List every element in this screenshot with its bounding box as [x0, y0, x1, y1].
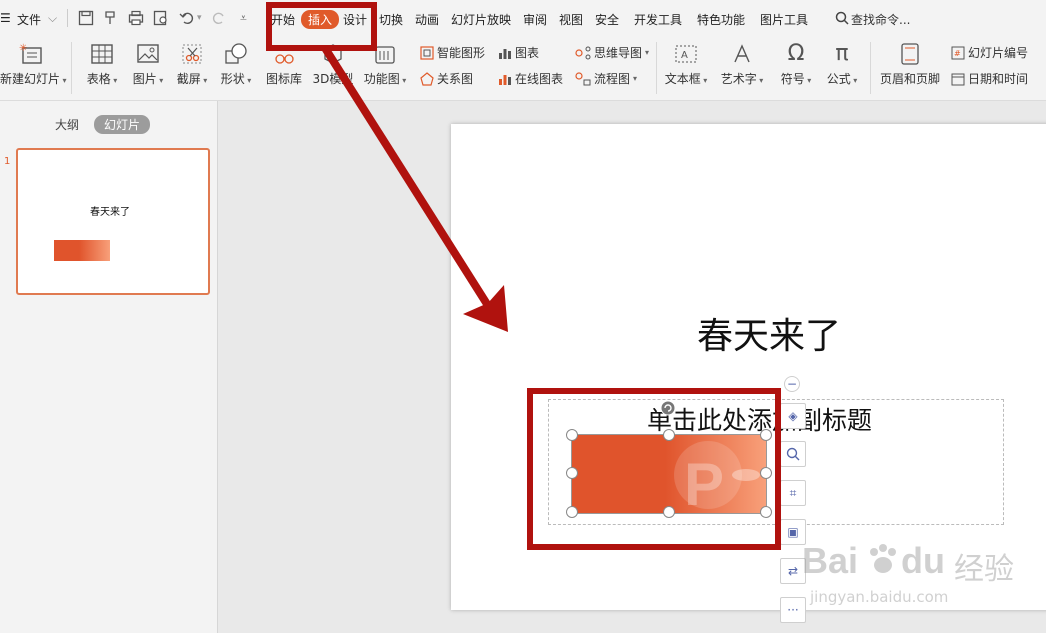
- watermark-url: jingyan.baidu.com: [810, 588, 949, 606]
- watermark-suffix: 经验: [954, 552, 1014, 587]
- watermark-brand-2: du: [901, 540, 945, 581]
- watermark-brand: Bai: [802, 540, 859, 581]
- watermark: Bai du 经验 jingyan.baidu.com: [802, 538, 1042, 618]
- paw-icon: [870, 544, 896, 573]
